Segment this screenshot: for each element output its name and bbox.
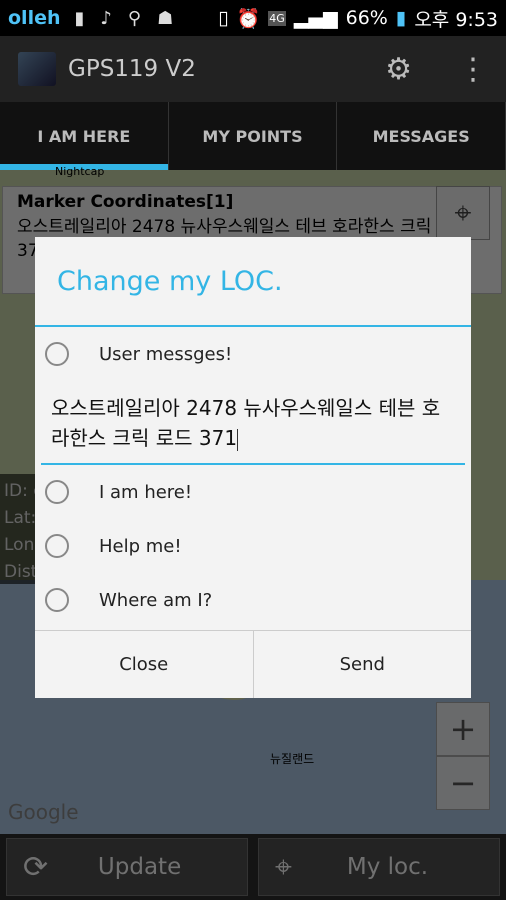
message-text: 오스트레일리아 2478 뉴사우스웨일스 테븐 호라한스 크릭 로드 371 xyxy=(51,396,441,450)
network-type: 4G xyxy=(268,10,286,26)
option-label: I am here! xyxy=(99,481,193,503)
google-logo: Google xyxy=(8,800,79,824)
tab-i-am-here[interactable]: I AM HERE xyxy=(0,102,169,170)
dialog-title: Change my LOC. xyxy=(35,237,471,327)
app-logo xyxy=(18,52,56,86)
status-bar: olleh ▮ ♪ ⚲ ☗ ▯ ⏰ 4G ▂▄▆ 66% ▮ 오후 9:53 xyxy=(0,0,506,36)
bottom-bar: ⟳ Update ⌖ My loc. xyxy=(0,834,506,900)
alarm-icon: ⏰ xyxy=(236,7,261,30)
crosshair-icon: ⌖ xyxy=(275,849,292,885)
send-button[interactable]: Send xyxy=(252,631,472,698)
my-loc-button[interactable]: ⌖ My loc. xyxy=(258,838,500,896)
map-label-nz: 뉴질랜드 xyxy=(270,752,315,766)
clock: 오후 9:53 xyxy=(414,8,498,31)
vibrate-icon: ▯ xyxy=(218,7,229,29)
android-icon: ☗ xyxy=(157,7,174,29)
option-help-me[interactable]: Help me! xyxy=(35,519,471,573)
zoom-out-button[interactable]: − xyxy=(436,756,490,810)
battery-icon: ▮ xyxy=(395,7,407,29)
crosshair-icon: ⌖ xyxy=(454,195,472,231)
option-label: Help me! xyxy=(99,535,182,557)
radio-button[interactable] xyxy=(45,534,69,558)
tab-messages[interactable]: MESSAGES xyxy=(337,102,506,170)
option-label: Where am I? xyxy=(99,589,213,611)
update-button[interactable]: ⟳ Update xyxy=(6,838,248,896)
overflow-menu-icon[interactable]: ⋮ xyxy=(458,52,488,87)
music-note-icon: ♪ xyxy=(100,7,112,29)
app-title: GPS119 V2 xyxy=(68,56,196,82)
usb-icon: ⚲ xyxy=(127,7,142,29)
message-input[interactable]: 오스트레일리아 2478 뉴사우스웨일스 테븐 호라한스 크릭 로드 371 xyxy=(41,387,465,465)
map-label: Nightcap xyxy=(55,165,105,178)
carrier-label: olleh xyxy=(8,7,61,29)
zoom-in-button[interactable]: + xyxy=(436,702,490,756)
marker-dist: Dist xyxy=(4,562,38,582)
radio-button[interactable] xyxy=(45,342,69,366)
signal-icon: ▂▄▆ xyxy=(293,7,338,29)
change-loc-dialog: Change my LOC. User messges! 오스트레일리아 247… xyxy=(35,237,471,698)
marker-title: Marker Coordinates[1] xyxy=(17,192,234,212)
marker-lat: Lat: xyxy=(4,508,37,528)
battery-charging-icon: ▮ xyxy=(74,7,85,29)
gear-icon[interactable]: ⚙ xyxy=(385,52,412,87)
update-label: Update xyxy=(97,854,182,880)
option-where-am-i[interactable]: Where am I? xyxy=(35,573,471,627)
tab-my-points[interactable]: MY POINTS xyxy=(169,102,338,170)
my-location-button[interactable]: ⌖ xyxy=(436,186,490,240)
refresh-icon: ⟳ xyxy=(23,849,49,885)
my-loc-label: My loc. xyxy=(346,854,429,880)
option-label: User messges! xyxy=(99,343,233,365)
radio-button[interactable] xyxy=(45,588,69,612)
option-user-messages[interactable]: User messges! xyxy=(35,327,471,381)
battery-level: 66% xyxy=(345,7,388,29)
radio-button[interactable] xyxy=(45,480,69,504)
close-button[interactable]: Close xyxy=(35,631,253,698)
tab-bar: I AM HERE MY POINTS MESSAGES xyxy=(0,102,506,170)
option-i-am-here[interactable]: I am here! xyxy=(35,465,471,519)
action-bar: GPS119 V2 ⚙ ⋮ xyxy=(0,36,506,102)
